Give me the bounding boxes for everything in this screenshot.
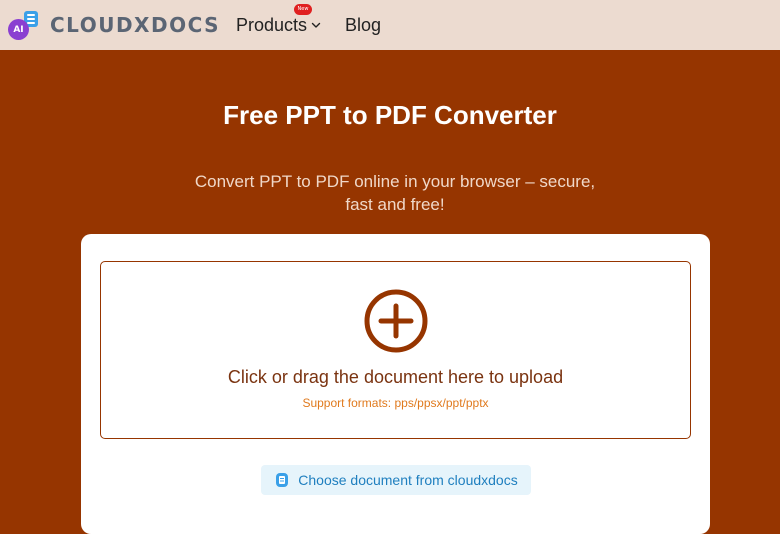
nav-blog[interactable]: Blog (345, 12, 381, 38)
chevron-down-icon (311, 22, 321, 28)
page-subtitle: Convert PPT to PDF online in your browse… (194, 172, 596, 214)
upload-prompt: Click or drag the document here to uploa… (227, 367, 564, 387)
choose-button-label: Choose document from cloudxdocs (298, 472, 518, 488)
supported-formats: Support formats: pps/ppsx/ppt/pptx (302, 396, 489, 410)
plus-circle-icon[interactable] (363, 288, 429, 354)
upload-dropzone[interactable]: Click or drag the document here to uploa… (100, 261, 691, 439)
nav-products-label: Products (236, 15, 308, 35)
top-nav-bar: AI CLOUDXDOCS Products New Blog (0, 0, 780, 50)
choose-from-cloudxdocs-button[interactable]: Choose document from cloudxdocs (261, 465, 531, 495)
document-icon (276, 473, 289, 487)
cloudxdocs-logo-icon[interactable]: AI (8, 10, 40, 40)
ai-badge: AI (8, 19, 29, 40)
brand-name[interactable]: CLOUDXDOCS (50, 12, 220, 38)
nav-products[interactable]: Products (236, 12, 321, 38)
upload-card: Click or drag the document here to uploa… (81, 234, 710, 534)
new-badge: New (294, 4, 312, 15)
page-title: Free PPT to PDF Converter (223, 100, 557, 130)
